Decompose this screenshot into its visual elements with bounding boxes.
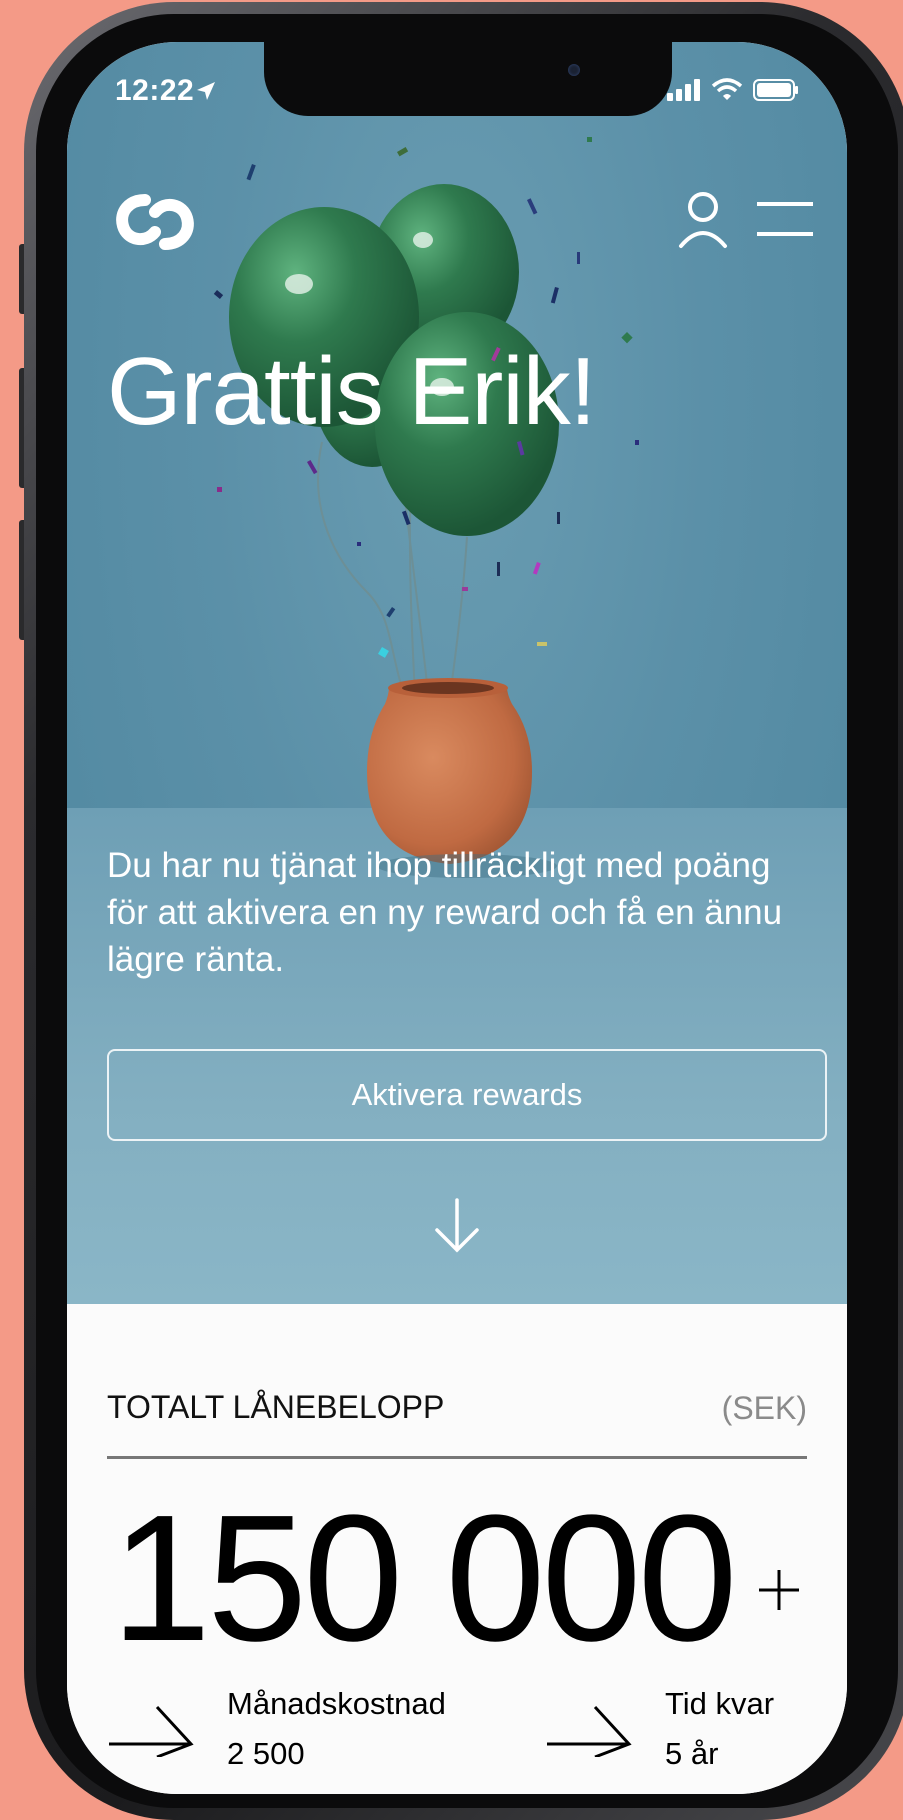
currency-label: (SEK) <box>721 1390 807 1426</box>
loan-amount: 150 000 <box>111 1478 738 1679</box>
location-arrow-icon <box>195 80 217 107</box>
status-icons <box>667 78 799 102</box>
divider <box>107 1456 807 1459</box>
hero-description: Du har nu tjänat ihop tillräckligt med p… <box>107 846 783 979</box>
time-left-value: 5 år <box>665 1736 719 1771</box>
battery-icon <box>753 79 798 101</box>
activate-rewards-label: Aktivera rewards <box>351 1077 583 1112</box>
monthly-cost-label: Månadskostnad <box>227 1686 446 1721</box>
status-time: 12:22 <box>115 74 195 107</box>
status-bar: 12:22 <box>115 74 799 114</box>
phone-screen: 12:22 Grattis Erik! Du har nu tjänat iho… <box>67 42 847 1794</box>
time-left-label: Tid kvar <box>665 1686 775 1721</box>
arrow-down-icon[interactable] <box>429 1196 485 1256</box>
signal-icon <box>667 79 700 101</box>
loan-label: TOTALT LÅNEBELOPP <box>107 1389 445 1425</box>
hero-section: 12:22 Grattis Erik! Du har nu tjänat iho… <box>67 42 847 1304</box>
hamburger-menu-icon[interactable] <box>757 196 813 244</box>
arrow-right-icon <box>547 1705 632 1757</box>
wifi-icon <box>711 78 743 100</box>
arrow-right-icon <box>109 1705 194 1757</box>
plus-icon[interactable] <box>755 1566 803 1614</box>
activate-rewards-button[interactable]: Aktivera rewards <box>107 1049 827 1141</box>
monthly-cost-value: 2 500 <box>227 1736 305 1771</box>
hero-title: Grattis Erik! <box>107 338 596 445</box>
user-icon[interactable] <box>677 190 729 252</box>
link-logo-icon[interactable] <box>115 192 195 252</box>
loan-panel: TOTALT LÅNEBELOPP (SEK) 150 000 Månadsko… <box>67 1304 847 1794</box>
